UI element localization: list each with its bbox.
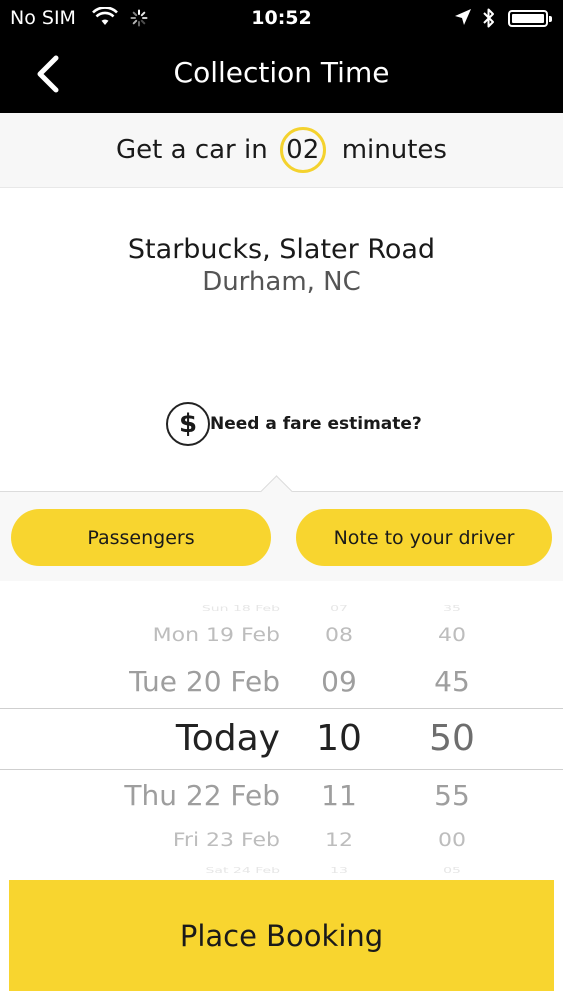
picker-min-option[interactable]: 00 — [420, 831, 484, 851]
eta-prefix: Get a car in — [116, 135, 268, 165]
pickup-city: Durham, NC — [202, 267, 361, 297]
place-booking-button[interactable]: Place Booking — [9, 880, 554, 991]
picker-min-option[interactable]: 40 — [420, 626, 484, 646]
picker-day-option[interactable]: Mon 19 Feb — [153, 626, 280, 646]
picker-day-option[interactable]: Tue 20 Feb — [129, 668, 280, 696]
booking-options: Passengers Note to your driver — [0, 475, 563, 582]
picker-hour-option[interactable]: 10 — [310, 721, 368, 757]
eta-banner: Get a car in 02 minutes — [0, 113, 563, 188]
picker-min-option[interactable]: 50 — [420, 721, 484, 757]
note-to-driver-button[interactable]: Note to your driver — [296, 509, 552, 566]
picker-day-option[interactable]: Fri 23 Feb — [173, 831, 280, 851]
picker-hour-option[interactable]: 11 — [310, 782, 368, 810]
clock: 10:52 — [251, 7, 312, 29]
pickup-name: Starbucks, Slater Road — [127, 234, 436, 265]
eta-minutes-value: 02 — [286, 135, 320, 165]
picker-min-option[interactable]: 05 — [420, 867, 484, 875]
location-arrow-icon — [454, 8, 472, 31]
bluetooth-icon — [482, 7, 496, 34]
picker-hour-option[interactable]: 12 — [310, 831, 368, 851]
picker-day-option[interactable]: Today — [176, 721, 280, 757]
nav-bar: Collection Time — [0, 36, 563, 113]
date-time-picker[interactable]: Sun 18 Feb 07 35 Mon 19 Feb 08 40 Tue 20 Feb 09… — [0, 581, 563, 881]
battery-icon — [508, 10, 552, 27]
picker-min-option[interactable]: 45 — [420, 668, 484, 696]
eta-suffix: minutes — [341, 135, 447, 165]
status-bar: No SIM 10:52 — [0, 0, 563, 36]
dollar-icon: $ — [166, 402, 210, 446]
picker-hour-option[interactable]: 08 — [310, 626, 368, 646]
passengers-button[interactable]: Passengers — [11, 509, 271, 566]
picker-day-option[interactable]: Thu 22 Feb — [124, 782, 280, 810]
page-title: Collection Time — [173, 56, 390, 89]
picker-min-option[interactable]: 55 — [420, 782, 484, 810]
fare-estimate-label: Need a fare estimate? — [210, 414, 422, 434]
picker-day-option[interactable]: Sun 18 Feb — [202, 605, 280, 613]
picker-min-option[interactable]: 35 — [420, 605, 484, 613]
fare-estimate-link[interactable]: $ Need a fare estimate? — [166, 401, 422, 447]
picker-hour-option[interactable]: 07 — [310, 605, 368, 613]
panel-notch — [260, 475, 293, 508]
picker-hour-option[interactable]: 13 — [310, 867, 368, 875]
pickup-location: Starbucks, Slater Road Durham, NC — [0, 234, 563, 297]
eta-minutes-badge: 02 — [279, 127, 326, 173]
picker-hour-option[interactable]: 09 — [310, 668, 368, 696]
picker-day-option[interactable]: Sat 24 Feb — [206, 867, 280, 875]
